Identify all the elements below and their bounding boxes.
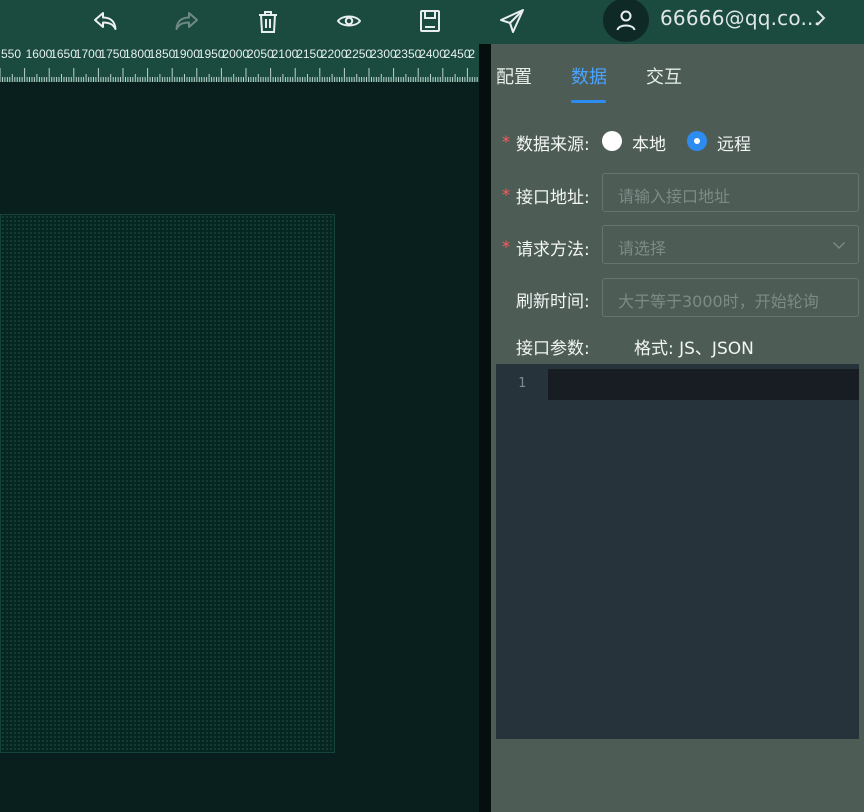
required-mark: *: [502, 237, 510, 256]
design-canvas[interactable]: [0, 82, 479, 812]
tab-config[interactable]: 配置: [496, 63, 532, 89]
property-panel: 配置 数据 交互 * 数据来源: 本地 远程 * 接口地址: 请输入接口地址 *…: [491, 44, 864, 812]
chevron-right-icon[interactable]: [812, 6, 830, 30]
tab-active-indicator: [571, 100, 606, 103]
app-root: 66666@qq.co... 550 1600 1650 1700 1750 1800 18…: [0, 0, 864, 812]
params-format-hint: 格式: JS、JSON: [634, 339, 754, 359]
ruler-label: 2150: [296, 47, 323, 61]
api-url-label: 接口地址:: [516, 188, 590, 208]
radio-local-label[interactable]: 本地: [632, 130, 666, 155]
required-mark: *: [502, 132, 510, 151]
refresh-label: 刷新时间:: [516, 292, 590, 312]
user-email[interactable]: 66666@qq.co...: [660, 6, 820, 30]
ruler-label: 2350: [395, 47, 422, 61]
ruler-ticks: 550 1600165017001750180018501900195020002…: [0, 47, 478, 82]
method-placeholder: 请选择: [618, 239, 667, 258]
top-toolbar: 66666@qq.co...: [0, 0, 864, 44]
chevron-down-icon: [833, 242, 845, 249]
ruler-label: 1700: [75, 47, 102, 61]
data-source-label: 数据来源:: [516, 135, 590, 155]
redo-icon[interactable]: [170, 4, 204, 38]
avatar[interactable]: [603, 0, 649, 42]
ruler-label: 1750: [99, 47, 126, 61]
ruler-label: 2050: [247, 47, 274, 61]
ruler-label: 2450: [444, 47, 471, 61]
api-url-placeholder: 请输入接口地址: [618, 187, 731, 206]
params-label: 接口参数:: [516, 339, 590, 359]
ruler-label: 1900: [173, 47, 200, 61]
refresh-input[interactable]: 大于等于3000时，开始轮询: [602, 278, 859, 317]
radio-remote-label[interactable]: 远程: [717, 130, 751, 155]
ruler-label: 2250: [345, 47, 372, 61]
refresh-placeholder: 大于等于3000时，开始轮询: [618, 292, 819, 311]
ruler-label: 2: [468, 47, 475, 61]
ruler-label: 1650: [50, 47, 77, 61]
ruler-label: 2100: [272, 47, 299, 61]
send-icon[interactable]: [495, 4, 529, 38]
required-mark: *: [502, 185, 510, 204]
eye-icon[interactable]: [332, 4, 366, 38]
artboard[interactable]: [0, 214, 335, 753]
ruler-label: 1950: [198, 47, 225, 61]
line-number: 1: [518, 376, 526, 391]
radio-remote[interactable]: [687, 131, 707, 151]
horizontal-ruler: 550 1600 1650 1700 1750 1800 1850 1900 1950 2000 2…: [0, 44, 479, 82]
save-icon[interactable]: [413, 4, 447, 38]
panel-divider[interactable]: [479, 44, 491, 812]
ruler-label: 1600: [26, 47, 53, 61]
method-select[interactable]: 请选择: [602, 225, 859, 264]
ruler-label: 550: [1, 47, 21, 61]
ruler-label: 2400: [419, 47, 446, 61]
radio-local[interactable]: [602, 131, 622, 151]
ruler-label: 2000: [222, 47, 249, 61]
trash-icon[interactable]: [251, 4, 285, 38]
ruler-label: 1800: [124, 47, 151, 61]
tab-data[interactable]: 数据: [571, 63, 607, 89]
undo-icon[interactable]: [88, 4, 122, 38]
ruler-label: 2300: [370, 47, 397, 61]
editor-gutter: 1: [496, 364, 548, 739]
tab-interaction[interactable]: 交互: [646, 63, 682, 89]
api-url-input[interactable]: 请输入接口地址: [602, 173, 859, 212]
ruler-label: 2200: [321, 47, 348, 61]
ruler-label: 1850: [149, 47, 176, 61]
code-editor[interactable]: 1: [496, 364, 859, 739]
method-label: 请求方法:: [516, 240, 590, 260]
editor-active-line[interactable]: [548, 369, 859, 400]
